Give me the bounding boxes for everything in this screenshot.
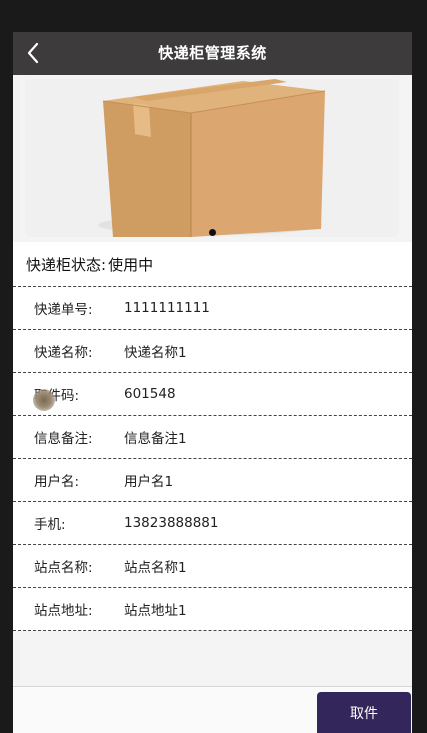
detail-list: 快递单号: 1111111111 快递名称: 快递名称1 取件码: 601548… (13, 287, 412, 631)
image-carousel[interactable] (25, 79, 399, 237)
detail-value: 信息备注1 (124, 431, 187, 447)
detail-value: 快递名称1 (124, 345, 187, 361)
title-bar: 快递柜管理系统 (13, 32, 412, 75)
detail-value: 1111111111 (124, 300, 210, 316)
detail-label: 快递名称: (34, 345, 93, 361)
detail-row-remarks: 信息备注: 信息备注1 (13, 416, 412, 459)
detail-value: 601548 (124, 386, 176, 402)
carousel-indicator (25, 221, 399, 236)
bottom-action-bar: 取件 (13, 686, 412, 733)
detail-label: 站点地址: (34, 603, 93, 619)
detail-row-station-address: 站点地址: 站点地址1 (13, 588, 412, 631)
detail-row-username: 用户名: 用户名1 (13, 459, 412, 502)
detail-row-tracking-number: 快递单号: 1111111111 (13, 287, 412, 330)
detail-value: 站点地址1 (124, 603, 187, 619)
detail-label: 站点名称: (34, 560, 93, 576)
detail-row-pickup-code: 取件码: 601548 (13, 373, 412, 416)
locker-status-row: 快递柜状态: 使用中 (13, 242, 412, 287)
package-box-image (25, 79, 399, 237)
carousel-dot-active[interactable] (208, 229, 216, 236)
detail-row-phone: 手机: 13823888881 (13, 502, 412, 545)
detail-label: 取件码: (34, 388, 80, 404)
touch-indicator (33, 389, 55, 411)
detail-row-station-name: 站点名称: 站点名称1 (13, 545, 412, 588)
detail-value: 站点名称1 (124, 560, 187, 576)
detail-value: 13823888881 (124, 515, 219, 531)
detail-label: 快递单号: (34, 302, 93, 318)
locker-status-value: 使用中 (108, 255, 154, 274)
app-screen: 快递柜管理系统 快递柜状态: 使用中 快递单号: 1111111111 快递名称… (13, 32, 412, 733)
locker-status-label: 快递柜状态: (26, 255, 107, 274)
detail-label: 手机: (34, 517, 66, 533)
pickup-button[interactable]: 取件 (317, 692, 411, 733)
detail-label: 用户名: (34, 474, 80, 490)
detail-label: 信息备注: (34, 431, 93, 447)
page-title: 快递柜管理系统 (158, 44, 267, 62)
detail-row-courier-name: 快递名称: 快递名称1 (13, 330, 412, 373)
detail-value: 用户名1 (124, 474, 174, 490)
